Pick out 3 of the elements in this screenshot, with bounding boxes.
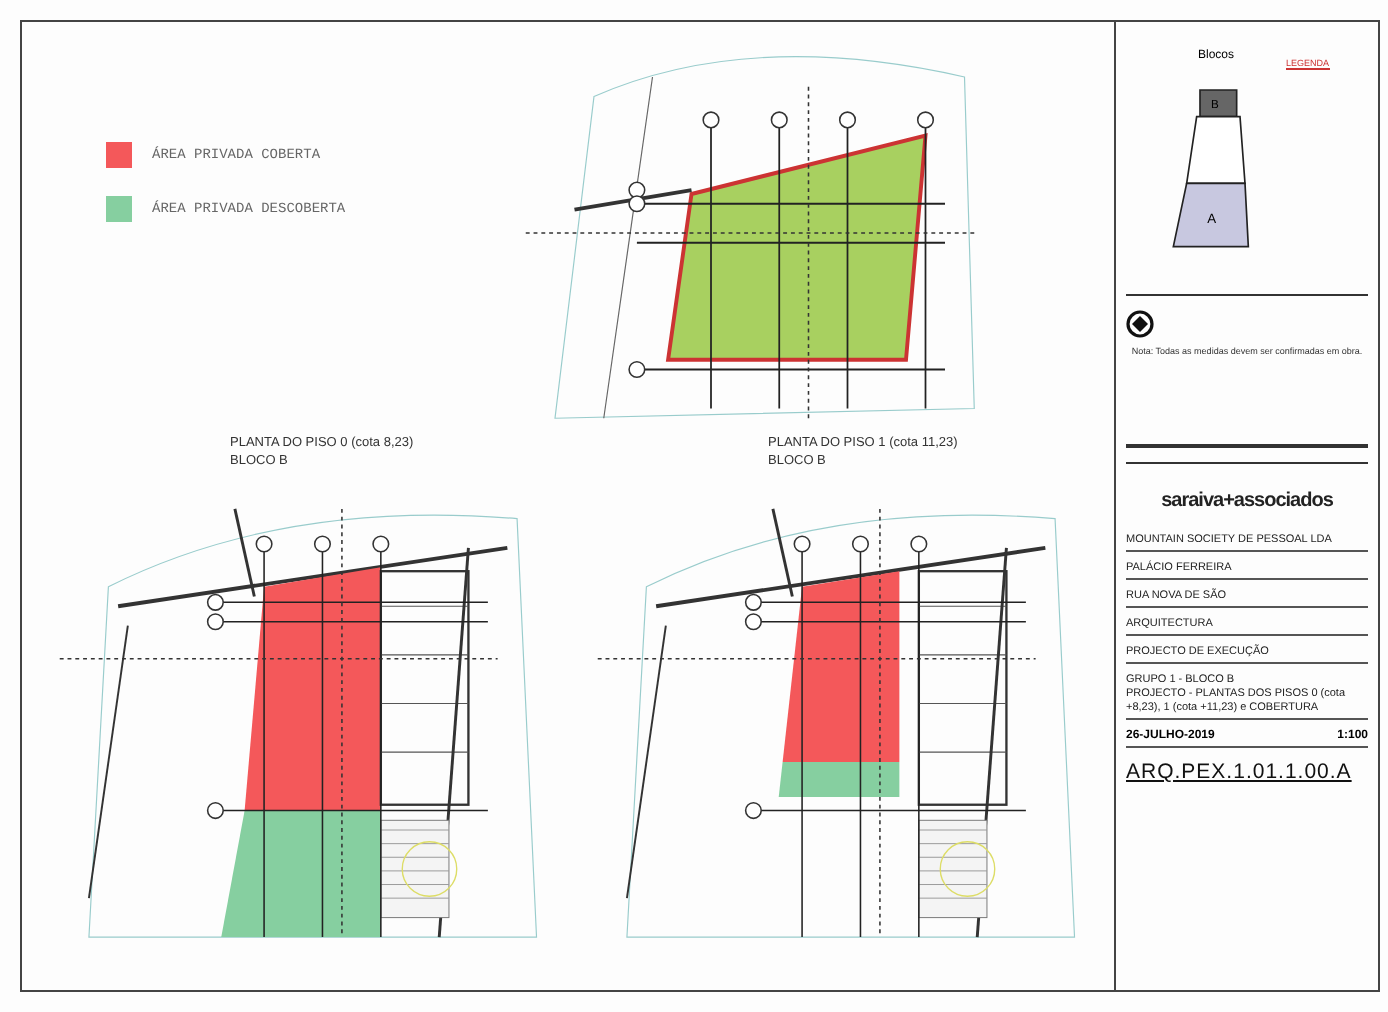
north-arrow-icon xyxy=(1126,310,1154,338)
company-logo: saraiva+associados xyxy=(1161,490,1333,512)
drawing-code: ARQ.PEX.1.01.1.00.A xyxy=(1126,758,1352,784)
